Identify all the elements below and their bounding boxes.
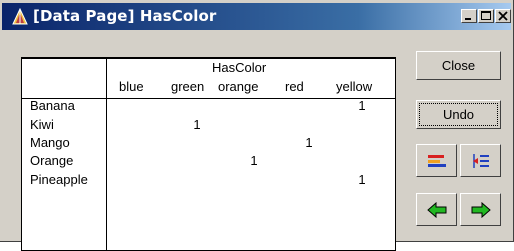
cell-kiwi-green: 1 xyxy=(193,117,201,132)
app-icon xyxy=(12,8,28,25)
title-bar[interactable]: [Data Page] HasColor xyxy=(2,3,511,30)
cell-mango-red: 1 xyxy=(305,135,313,150)
close-window-button[interactable] xyxy=(495,9,511,23)
data-page-window: [Data Page] HasColor HasColor blue green… xyxy=(0,0,514,251)
sort-icon xyxy=(472,153,489,168)
cell-orange-orange: 1 xyxy=(250,153,258,168)
column-header-blue: blue xyxy=(119,79,144,94)
sort-button[interactable] xyxy=(460,144,501,177)
column-header-yellow: yellow xyxy=(336,79,373,94)
window-title: [Data Page] HasColor xyxy=(33,7,217,25)
cell-pineapple-yellow: 1 xyxy=(358,172,366,187)
row-label-orange: Orange xyxy=(30,153,74,168)
table-top-border xyxy=(22,58,395,59)
row-label-pineapple: Pineapple xyxy=(30,172,88,187)
minimize-button[interactable] xyxy=(461,9,477,23)
window-client-area: HasColor blue green orange red yellow Ba… xyxy=(3,31,509,251)
edit-icon xyxy=(427,154,446,167)
column-header-orange: orange xyxy=(218,79,259,94)
row-label-kiwi: Kiwi xyxy=(30,117,54,132)
row-label-mango: Mango xyxy=(30,135,70,150)
maximize-icon xyxy=(481,11,491,20)
arrow-right-icon xyxy=(471,201,491,218)
close-button[interactable]: Close xyxy=(416,51,501,80)
maximize-button[interactable] xyxy=(478,9,494,23)
column-header-green: green xyxy=(171,79,205,94)
undo-button[interactable]: Undo xyxy=(416,100,501,129)
row-label-divider xyxy=(106,58,107,250)
cell-banana-yellow: 1 xyxy=(358,98,366,113)
column-header-red: red xyxy=(285,79,304,94)
back-button[interactable] xyxy=(416,193,457,226)
cross-table: HasColor blue green orange red yellow Ba… xyxy=(21,57,396,251)
header-divider xyxy=(22,98,395,99)
edit-button[interactable] xyxy=(416,144,457,177)
row-label-banana: Banana xyxy=(30,98,75,113)
forward-button[interactable] xyxy=(460,193,501,226)
close-icon xyxy=(498,11,508,21)
minimize-icon xyxy=(465,18,471,20)
arrow-left-icon xyxy=(426,201,446,218)
column-group-label: HasColor xyxy=(212,60,267,75)
